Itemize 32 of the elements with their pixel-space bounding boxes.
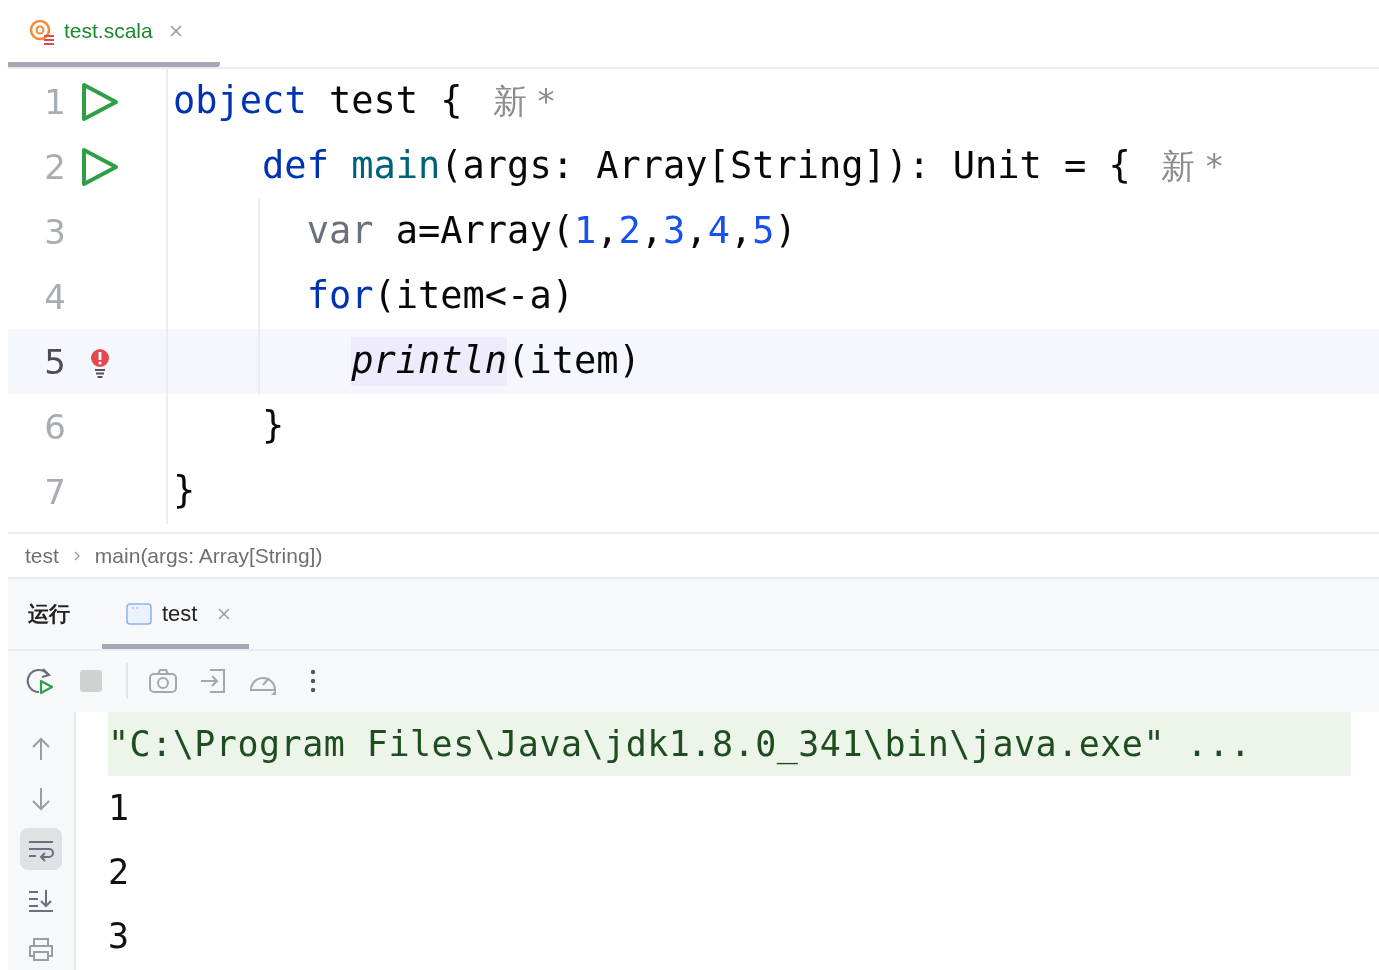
line-number: 5 <box>43 341 66 382</box>
command-line: "C:\Program Files\Java\jdk1.8.0_341\bin\java.exe" ... <box>108 724 1252 764</box>
breadcrumb-item[interactable]: test <box>25 543 59 568</box>
close-icon[interactable] <box>168 24 183 38</box>
scala-file-icon <box>28 17 56 45</box>
line-number: 4 <box>43 276 66 317</box>
console-output: 1 <box>108 788 130 828</box>
soft-wrap-toggle[interactable] <box>20 828 62 870</box>
panel-title: 运行 <box>28 600 70 628</box>
file-tab[interactable]: test.scala <box>8 0 220 67</box>
line-number: 6 <box>43 406 66 447</box>
line-number: 3 <box>43 211 66 252</box>
run-icon[interactable] <box>80 81 120 122</box>
rerun-icon[interactable] <box>26 666 56 697</box>
code-line: } <box>173 468 197 515</box>
code-line: for(item<-a) <box>306 273 575 320</box>
line-number: 7 <box>43 471 66 512</box>
line-number: 1 <box>43 81 66 122</box>
console-icon <box>126 602 152 625</box>
chevron-icon <box>72 549 81 562</box>
console-output: 2 <box>108 852 130 892</box>
code-line: } <box>262 403 286 450</box>
line-number: 2 <box>43 146 66 187</box>
code-line: def main(args: Array[String]): Unit = { 新 * <box>262 143 1224 190</box>
close-icon[interactable] <box>217 606 232 621</box>
breadcrumb-item[interactable]: main(args: Array[String]) <box>94 543 323 568</box>
run-icon[interactable] <box>80 146 120 187</box>
console-output: 3 <box>108 916 130 956</box>
code-line: object test { 新 * <box>173 78 556 125</box>
run-tab[interactable]: test <box>102 579 250 649</box>
code-line: var a=Array(1,2,3,4,5) <box>306 208 798 255</box>
lightbulb-icon[interactable] <box>90 347 110 378</box>
